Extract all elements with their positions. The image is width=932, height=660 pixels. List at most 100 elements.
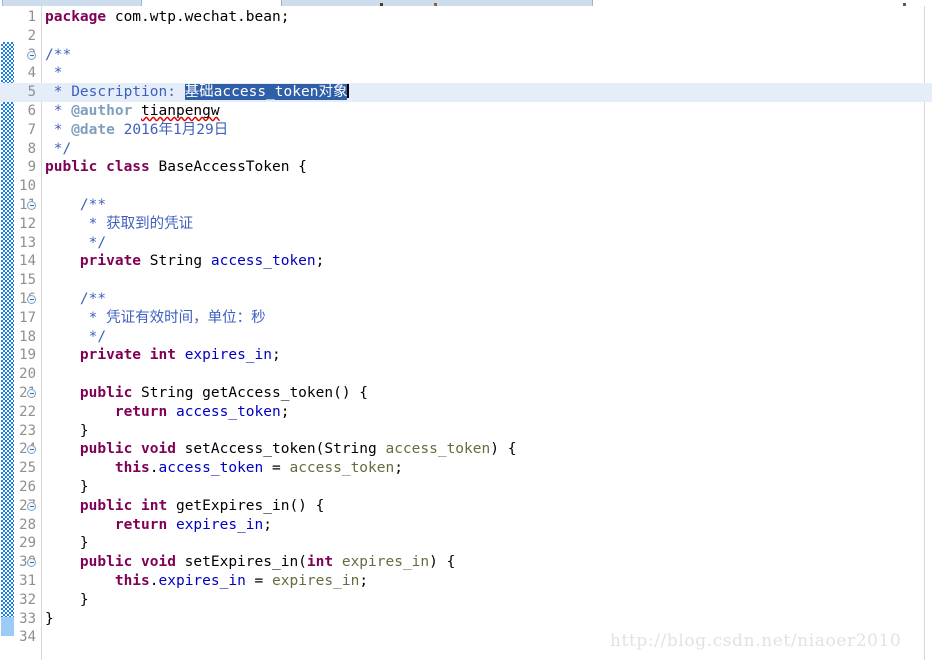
code-line[interactable]: 8 */ [0, 140, 932, 159]
line-number: 20 [19, 366, 36, 383]
code-text: * @date 2016年1月29日 [45, 121, 228, 140]
fold-collapse-icon[interactable] [27, 501, 36, 511]
code-token: /** [45, 196, 107, 213]
code-token: String getAccess_token() { [132, 384, 369, 401]
code-line[interactable]: 32 } [0, 591, 932, 610]
code-line[interactable]: 25 this.access_token = access_token; [0, 459, 932, 478]
fold-collapse-icon[interactable] [27, 50, 36, 60]
code-text: * Description: 基础access_token对象 [45, 83, 350, 102]
code-token: . [149, 460, 159, 477]
code-token: @date [71, 121, 115, 138]
code-token: setExpires_in( [175, 554, 307, 571]
code-text: public class BaseAccessToken { [45, 158, 307, 177]
code-line[interactable]: 30 public void setExpires_in(int expires… [0, 553, 932, 572]
code-token: access_token [210, 253, 316, 270]
code-line[interactable]: 24 public void setAccess_token(String ac… [0, 440, 932, 459]
code-line[interactable]: 29 } [0, 534, 932, 553]
code-text: */ [45, 140, 71, 159]
code-token: BaseAccessToken { [149, 159, 307, 176]
code-token: expires_in [158, 572, 246, 589]
code-line[interactable]: 9 public class BaseAccessToken { [0, 158, 932, 177]
code-token: return [114, 403, 168, 420]
code-token: package [45, 9, 107, 25]
line-number: 28 [19, 516, 36, 533]
code-token: ; [272, 347, 281, 364]
line-number: 19 [19, 347, 36, 364]
code-line[interactable]: 27 public int getExpires_in() { [0, 497, 932, 516]
code-line[interactable]: 10 [0, 177, 932, 196]
code-text: return expires_in; [45, 516, 272, 535]
code-line[interactable]: 28 return expires_in; [0, 516, 932, 535]
line-number: 7 [27, 121, 36, 138]
code-token: String [141, 253, 211, 270]
code-line[interactable]: 5 * Description: 基础access_token对象 [0, 83, 932, 102]
line-number: 23 [19, 422, 36, 439]
code-line[interactable]: 1 package com.wtp.wechat.bean; [0, 8, 932, 27]
code-line[interactable]: 14 private String access_token; [0, 252, 932, 271]
code-token: public int [79, 497, 168, 514]
code-editor[interactable]: 1package com.wtp.wechat.bean;23/**4 *5 *… [0, 6, 932, 660]
code-token: ) { [490, 441, 517, 458]
code-token: * [45, 102, 72, 119]
code-token: access_token [289, 460, 395, 477]
code-line[interactable]: 22 return access_token; [0, 403, 932, 422]
code-token: public [79, 384, 133, 401]
code-token: ; [394, 460, 403, 477]
fold-collapse-icon[interactable] [27, 200, 36, 210]
code-line[interactable]: 26 } [0, 478, 932, 497]
code-text: private int expires_in; [45, 346, 281, 365]
code-line[interactable]: 11 /** [0, 196, 932, 215]
code-line[interactable]: 15 [0, 271, 932, 290]
editor-window: 1package com.wtp.wechat.bean;23/**4 *5 *… [0, 0, 932, 660]
code-line[interactable]: 21 public String getAccess_token() { [0, 384, 932, 403]
code-line[interactable]: 4 * [0, 64, 932, 83]
line-number: 15 [19, 272, 36, 289]
code-line[interactable]: 6 * @author tianpengw [0, 102, 932, 121]
code-line[interactable]: 19 private int expires_in; [0, 346, 932, 365]
code-line[interactable]: 33} [0, 610, 932, 629]
code-line[interactable]: 31 this.expires_in = expires_in; [0, 572, 932, 591]
code-text: this.expires_in = expires_in; [45, 572, 368, 591]
code-line[interactable]: 18 */ [0, 328, 932, 347]
fold-collapse-icon[interactable] [27, 294, 36, 304]
code-line[interactable]: 7 * @date 2016年1月29日 [0, 121, 932, 140]
code-text: } [45, 422, 89, 441]
code-token: return [114, 516, 168, 533]
line-number: 10 [19, 178, 36, 195]
code-token: } [45, 422, 89, 439]
code-line[interactable]: 16 /** [0, 290, 932, 309]
line-number: 1 [27, 9, 36, 25]
code-token: expires_in [175, 516, 264, 533]
line-number: 29 [19, 535, 36, 552]
code-text: this.access_token = access_token; [45, 459, 403, 478]
line-number: 18 [19, 328, 36, 345]
code-token: */ [45, 328, 107, 345]
code-text: /** [45, 290, 106, 309]
code-token: = [263, 460, 290, 477]
line-number: 9 [27, 159, 36, 176]
code-line[interactable]: 3/** [0, 46, 932, 65]
fold-collapse-icon[interactable] [27, 388, 36, 398]
line-number: 5 [27, 84, 36, 101]
code-token: */ [45, 140, 72, 157]
code-token: public void [79, 554, 176, 571]
code-token: @author [71, 102, 133, 119]
line-number: 26 [19, 478, 36, 495]
code-text: * [45, 64, 63, 83]
code-line[interactable]: 13 */ [0, 234, 932, 253]
code-text: return access_token; [45, 403, 290, 422]
code-line[interactable]: 20 [0, 365, 932, 384]
code-line[interactable]: 2 [0, 27, 932, 46]
code-text: package com.wtp.wechat.bean; [45, 8, 289, 27]
code-line[interactable]: 23 } [0, 422, 932, 441]
code-line[interactable]: 17 * 凭证有效时间，单位：秒 [0, 309, 932, 328]
code-token: } [45, 610, 54, 627]
code-token: } [45, 478, 89, 495]
code-line[interactable]: 12 * 获取到的凭证 [0, 215, 932, 234]
code-text: } [45, 591, 89, 610]
